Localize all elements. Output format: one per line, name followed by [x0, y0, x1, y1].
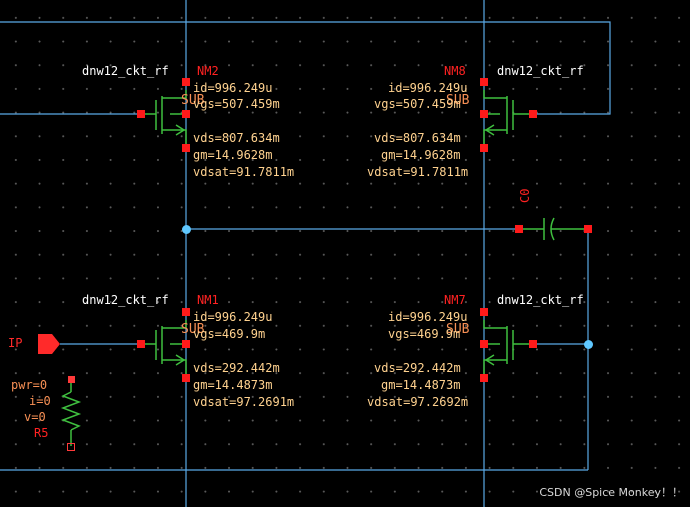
ip-port-shape	[38, 334, 60, 354]
nm8-vdsat: vdsat=91.7811m	[367, 165, 469, 179]
nm7-instance-name[interactable]: NM7	[444, 293, 466, 307]
nm1-bulk-pin[interactable]	[182, 340, 190, 348]
nm1-instance-name[interactable]: NM1	[197, 293, 219, 307]
nm7-source-pin[interactable]	[480, 374, 488, 382]
nm7-gate-pin[interactable]	[529, 340, 537, 348]
nm2-instance-name[interactable]: NM2	[197, 64, 219, 78]
nm7-gm: gm=14.4873m	[381, 378, 461, 392]
nm8-drain-pin[interactable]	[480, 78, 488, 86]
port-i-param: i=0	[29, 394, 51, 408]
port-v-param: v=0	[24, 410, 46, 424]
nm1-gm: gm=14.4873m	[193, 378, 273, 392]
nm8-gate-pin[interactable]	[529, 110, 537, 118]
nm7-vgs: vgs=469.9m	[388, 327, 461, 341]
junction-node[interactable]	[182, 225, 191, 234]
nm7-drain-pin[interactable]	[480, 308, 488, 316]
nm1-vgs: vgs=469.9m	[193, 327, 266, 341]
c0-instance-name[interactable]: C0	[518, 189, 532, 203]
nm8-gm: gm=14.9628m	[381, 148, 461, 162]
nm1-id: id=996.249u	[193, 310, 273, 324]
r5-top-pin[interactable]	[68, 376, 75, 383]
nm2-vgs: vgs=507.459m	[193, 97, 280, 111]
nm8-instance-name[interactable]: NM8	[444, 64, 466, 78]
nm2-vds: vds=807.634m	[193, 131, 280, 145]
nm8-vgs: vgs=507.459m	[374, 97, 461, 111]
nm1-source-pin[interactable]	[182, 374, 190, 382]
schematic-canvas[interactable]: dnw12_ckt_rf NM2 id=996.249u SUB vgs=507…	[0, 0, 690, 507]
nm7-vdsat: vdsat=97.2692m	[367, 395, 469, 409]
nm2-gm: gm=14.9628m	[193, 148, 273, 162]
r5-bottom-pin[interactable]	[67, 443, 75, 451]
nm2-drain-pin[interactable]	[182, 78, 190, 86]
nm8-source-pin[interactable]	[480, 144, 488, 152]
nm8-vds: vds=807.634m	[374, 131, 461, 145]
nm2-gate-pin[interactable]	[137, 110, 145, 118]
c0-plus-pin[interactable]	[515, 225, 523, 233]
nm2-bulk-pin[interactable]	[182, 110, 190, 118]
nm8-bulk-pin[interactable]	[480, 110, 488, 118]
watermark: CSDN @Spice Monkey！！	[539, 486, 683, 499]
nm1-gate-pin[interactable]	[137, 340, 145, 348]
nm7-bulk-pin[interactable]	[480, 340, 488, 348]
nm2-source-pin[interactable]	[182, 144, 190, 152]
nm2-model-label: dnw12_ckt_rf	[82, 64, 169, 78]
c0-minus-pin[interactable]	[584, 225, 592, 233]
ip-port-label[interactable]: IP	[8, 336, 22, 350]
nm7-model-label: dnw12_ckt_rf	[497, 293, 584, 307]
nm1-vdsat: vdsat=97.2691m	[193, 395, 295, 409]
device-symbols	[60, 90, 588, 446]
nm1-drain-pin[interactable]	[182, 308, 190, 316]
nm2-vdsat: vdsat=91.7811m	[193, 165, 295, 179]
nm2-id: id=996.249u	[193, 81, 273, 95]
nm1-vds: vds=292.442m	[193, 361, 280, 375]
port-pwr-param: pwr=0	[11, 378, 48, 392]
r5-instance-name[interactable]: R5	[34, 426, 48, 440]
nm1-model-label: dnw12_ckt_rf	[82, 293, 169, 307]
nm7-vds: vds=292.442m	[374, 361, 461, 375]
nm8-model-label: dnw12_ckt_rf	[497, 64, 584, 78]
junction-node[interactable]	[584, 340, 593, 349]
